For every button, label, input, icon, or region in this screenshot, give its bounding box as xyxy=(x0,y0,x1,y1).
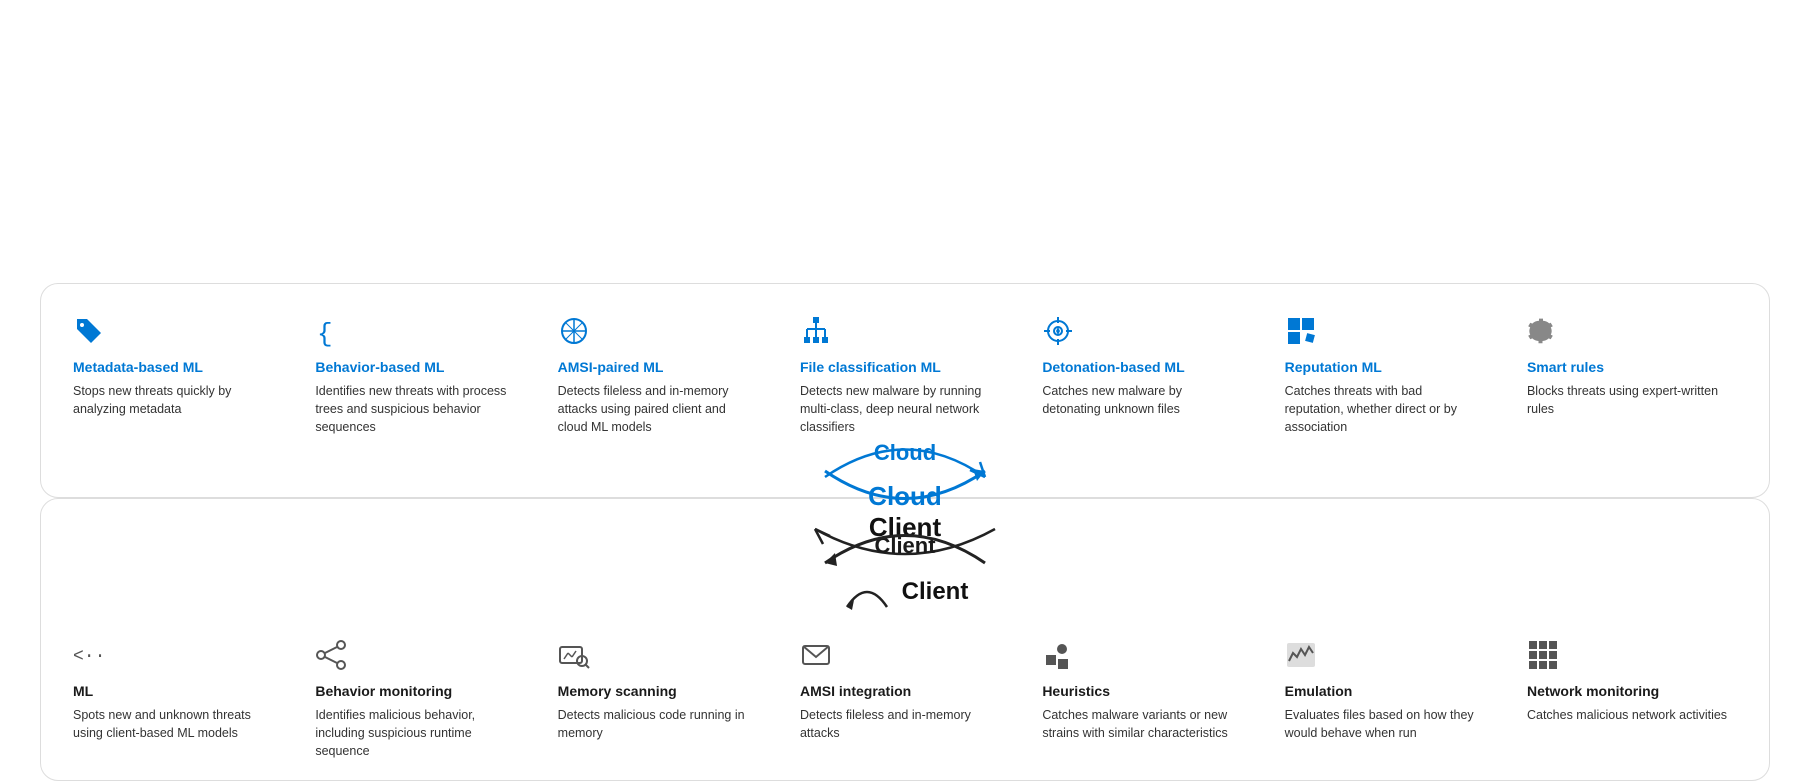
icon-envelope xyxy=(800,636,994,674)
client-arrow-icon xyxy=(842,572,892,612)
item-amsi-ml: AMSI-paired ML Detects fileless and in-m… xyxy=(558,312,768,437)
item-heuristics: Heuristics Catches malware variants or n… xyxy=(1042,636,1252,761)
desc-reputation-ml: Catches threats with bad reputation, whe… xyxy=(1285,382,1479,436)
client-label-area: Client xyxy=(73,519,1737,574)
desc-ml-client: Spots new and unknown threats using clie… xyxy=(73,706,267,742)
item-behavior-monitor: Behavior monitoring Identifies malicious… xyxy=(315,636,525,761)
item-amsi-int: AMSI integration Detects fileless and in… xyxy=(800,636,1010,761)
icon-dots xyxy=(1042,636,1236,674)
cloud-panel: Metadata-based ML Stops new threats quic… xyxy=(40,283,1770,498)
title-metadata-ml: Metadata-based ML xyxy=(73,358,267,376)
icon-braces: { } xyxy=(315,312,509,350)
icon-chart-wave xyxy=(1285,636,1479,674)
svg-text:{ }: { } xyxy=(317,319,347,347)
item-detonation-ml: Detonation-based ML Catches new malware … xyxy=(1042,312,1252,437)
title-smart-rules: Smart rules xyxy=(1527,358,1737,376)
title-emulation: Emulation xyxy=(1285,682,1479,700)
icon-tag xyxy=(73,312,267,350)
desc-behavior-ml: Identifies new threats with process tree… xyxy=(315,382,509,436)
client-label-text: Client xyxy=(902,578,969,606)
title-reputation-ml: Reputation ML xyxy=(1285,358,1479,376)
title-network-mon: Network monitoring xyxy=(1527,682,1737,700)
item-metadata-ml: Metadata-based ML Stops new threats quic… xyxy=(73,312,283,437)
icon-gear xyxy=(1527,312,1737,350)
title-behavior-monitor: Behavior monitoring xyxy=(315,682,509,700)
cloud-label-area: Cloud xyxy=(815,432,995,487)
icon-grid xyxy=(1527,636,1737,674)
item-smart-rules: Smart rules Blocks threats using expert-… xyxy=(1527,312,1737,437)
cloud-label: Cloud xyxy=(874,440,936,466)
desc-amsi-ml: Detects fileless and in-memory attacks u… xyxy=(558,382,752,436)
title-file-class-ml: File classification ML xyxy=(800,358,994,376)
icon-share xyxy=(315,636,509,674)
client-panel: Client Client <···> ML Spots new and unk… xyxy=(40,498,1770,781)
client-label-row: Client xyxy=(73,572,1737,612)
desc-heuristics: Catches malware variants or new strains … xyxy=(1042,706,1236,742)
icon-chart-search xyxy=(558,636,752,674)
item-network-mon: Network monitoring Catches malicious net… xyxy=(1527,636,1737,761)
title-detonation-ml: Detonation-based ML xyxy=(1042,358,1236,376)
item-emulation: Emulation Evaluates files based on how t… xyxy=(1285,636,1495,761)
icon-network xyxy=(558,312,752,350)
desc-file-class-ml: Detects new malware by running multi-cla… xyxy=(800,382,994,436)
desc-metadata-ml: Stops new threats quickly by analyzing m… xyxy=(73,382,267,418)
desc-network-mon: Catches malicious network activities xyxy=(1527,706,1737,724)
title-amsi-int: AMSI integration xyxy=(800,682,994,700)
client-items-row: <···> ML Spots new and unknown threats u… xyxy=(73,636,1737,761)
item-reputation-ml: Reputation ML Catches threats with bad r… xyxy=(1285,312,1495,437)
title-memory-scan: Memory scanning xyxy=(558,682,752,700)
title-behavior-ml: Behavior-based ML xyxy=(315,358,509,376)
svg-text:<···>: <···> xyxy=(73,647,105,667)
desc-memory-scan: Detects malicious code running in memory xyxy=(558,706,752,742)
cloud-items-row: Metadata-based ML Stops new threats quic… xyxy=(73,312,1737,437)
title-ml-client: ML xyxy=(73,682,267,700)
item-file-class-ml: File classification ML Detects new malwa… xyxy=(800,312,1010,437)
item-behavior-ml: { } Behavior-based ML Identifies new thr… xyxy=(315,312,525,437)
desc-detonation-ml: Catches new malware by detonating unknow… xyxy=(1042,382,1236,418)
desc-amsi-int: Detects fileless and in-memory attacks xyxy=(800,706,994,742)
title-amsi-ml: AMSI-paired ML xyxy=(558,358,752,376)
icon-squares xyxy=(1285,312,1479,350)
desc-emulation: Evaluates files based on how they would … xyxy=(1285,706,1479,742)
icon-arrows: <···> xyxy=(73,636,267,674)
icon-hierarchy xyxy=(800,312,994,350)
icon-crosshair xyxy=(1042,312,1236,350)
desc-smart-rules: Blocks threats using expert-written rule… xyxy=(1527,382,1737,418)
item-ml-client: <···> ML Spots new and unknown threats u… xyxy=(73,636,283,761)
title-heuristics: Heuristics xyxy=(1042,682,1236,700)
item-memory-scan: Memory scanning Detects malicious code r… xyxy=(558,636,768,761)
client-label: Client xyxy=(874,533,935,559)
desc-behavior-monitor: Identifies malicious behavior, including… xyxy=(315,706,509,760)
